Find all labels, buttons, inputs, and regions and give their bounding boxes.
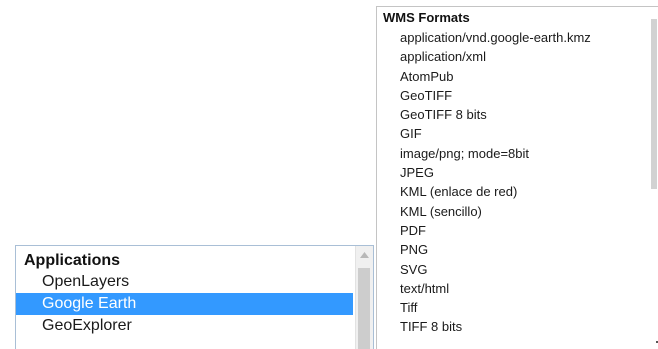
wms-format-item[interactable]: PDF [377, 221, 647, 240]
wms-format-item[interactable]: JPEG [377, 163, 647, 182]
applications-list[interactable]: Applications OpenLayers Google Earth Geo… [15, 245, 374, 349]
scroll-up-button[interactable] [356, 246, 373, 263]
wms-format-item[interactable]: GeoTIFF 8 bits [377, 105, 647, 124]
application-item-google-earth[interactable]: Google Earth [16, 293, 353, 315]
wms-formats-scrollbar[interactable] [648, 7, 658, 349]
wms-format-item[interactable]: image/png; mode=8bit [377, 144, 647, 163]
application-item-geoexplorer[interactable]: GeoExplorer [16, 315, 353, 337]
wms-format-item[interactable]: PNG [377, 240, 647, 259]
application-item-openlayers[interactable]: OpenLayers [16, 271, 353, 293]
wms-format-item[interactable]: TIFF 8 bits [377, 317, 647, 336]
screenshot-canvas: WMS Formats application/vnd.google-earth… [0, 0, 658, 349]
wms-format-item[interactable]: text/html [377, 279, 647, 298]
wms-format-item[interactable]: KML (enlace de red) [377, 182, 647, 201]
wms-format-item[interactable]: application/vnd.google-earth.kmz [377, 28, 647, 47]
applications-scrollbar[interactable] [355, 246, 373, 349]
applications-header: Applications [24, 252, 121, 269]
applications-scroll-thumb[interactable] [358, 268, 370, 349]
wms-formats-list[interactable]: WMS Formats application/vnd.google-earth… [376, 6, 658, 349]
wms-format-item[interactable]: AtomPub [377, 67, 647, 86]
wms-format-item[interactable]: KML (sencillo) [377, 202, 647, 221]
wms-formats-scroll-thumb[interactable] [651, 19, 657, 189]
wms-format-item[interactable]: Tiff [377, 298, 647, 317]
wms-format-item[interactable]: GeoTIFF [377, 86, 647, 105]
wms-formats-header: WMS Formats [383, 10, 470, 25]
triangle-up-icon [360, 251, 369, 258]
wms-formats-items: application/vnd.google-earth.kmz applica… [377, 28, 647, 337]
wms-format-item[interactable]: SVG [377, 260, 647, 279]
wms-format-item[interactable]: application/xml [377, 47, 647, 66]
applications-items: Applications OpenLayers Google Earth Geo… [16, 250, 353, 337]
wms-format-item[interactable]: GIF [377, 124, 647, 143]
